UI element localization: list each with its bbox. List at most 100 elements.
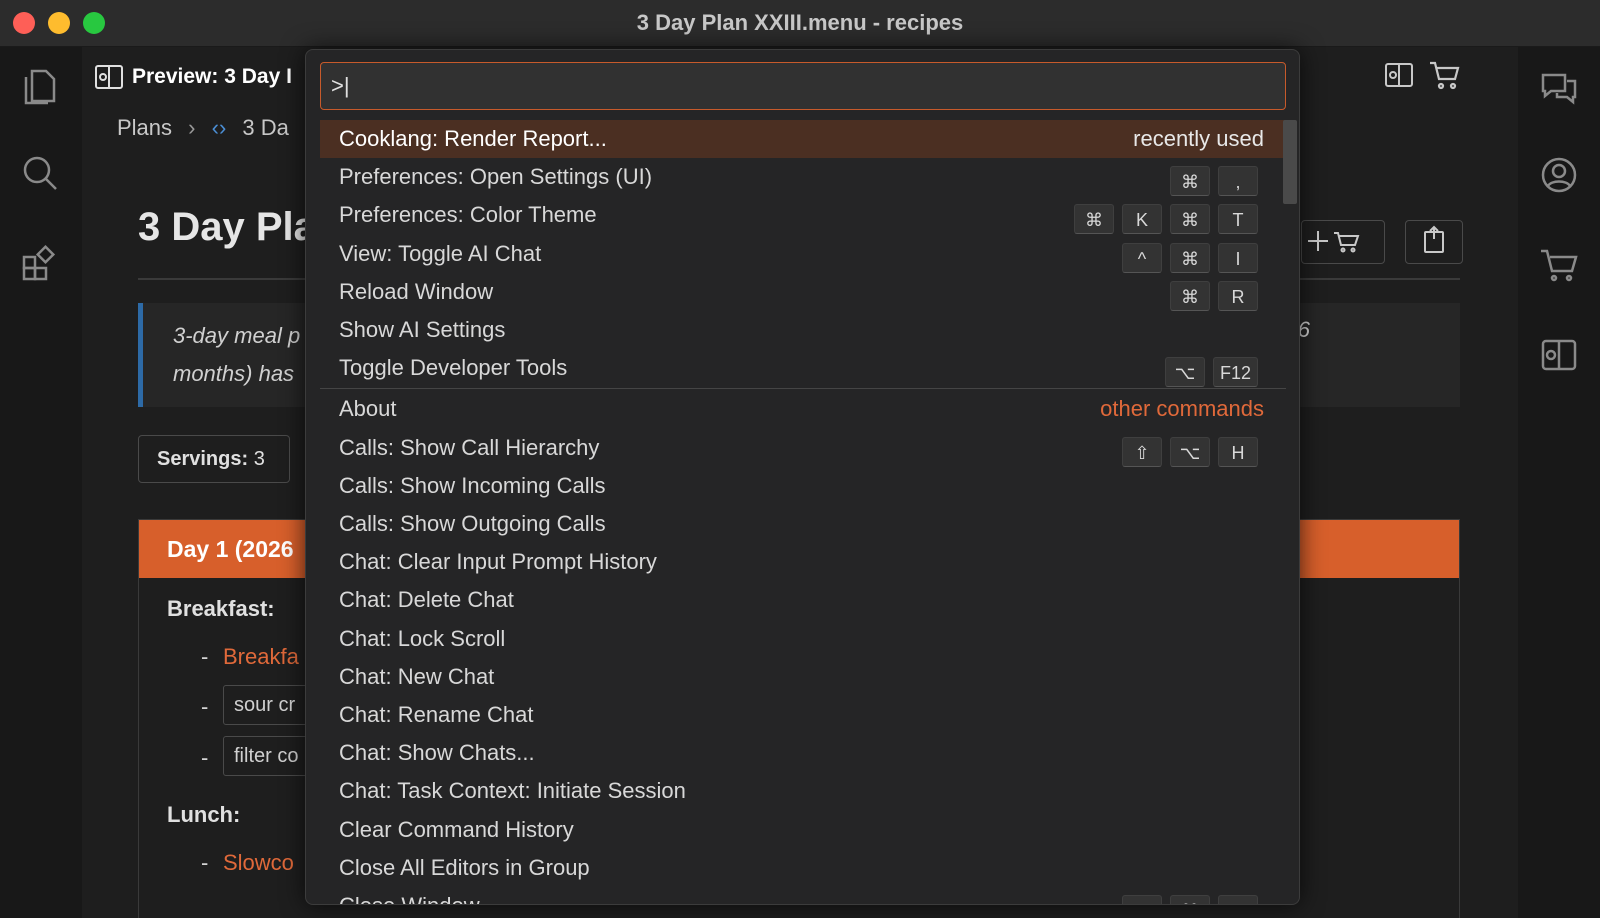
- servings-badge: Servings: 3: [138, 435, 290, 483]
- command-item[interactable]: Toggle Developer Tools ⌥ F12: [320, 349, 1286, 388]
- command-group-hint: recently used: [1133, 126, 1264, 151]
- note-line-2: months) has: [173, 361, 295, 386]
- open-preview-side-icon[interactable]: [1384, 61, 1414, 94]
- files-icon[interactable]: [18, 65, 62, 109]
- command-label: Calls: Show Call Hierarchy: [339, 434, 600, 460]
- keybinding: ⌘,: [1162, 162, 1258, 197]
- command-label: Clear Command History: [339, 816, 574, 842]
- command-palette: Cooklang: Render Report... recently used P…: [305, 49, 1300, 905]
- command-label: Calls: Show Outgoing Calls: [339, 511, 606, 536]
- command-item[interactable]: Calls: Show Incoming Calls: [320, 467, 1286, 505]
- keycap: ⌘: [1170, 204, 1210, 235]
- command-item[interactable]: Preferences: Open Settings (UI) ⌘,: [320, 158, 1286, 197]
- servings-value: 3: [253, 448, 265, 470]
- export-button[interactable]: [1405, 220, 1463, 264]
- command-label: Show AI Settings: [339, 317, 506, 342]
- command-label: Chat: Lock Scroll: [339, 625, 506, 651]
- chat-icon[interactable]: [1537, 67, 1581, 111]
- command-group-hint: other commands: [1100, 396, 1264, 422]
- keybinding: ⌥ F12: [1157, 353, 1258, 388]
- keycap: ⌥: [1170, 436, 1210, 467]
- extensions-icon[interactable]: [18, 241, 62, 285]
- secondary-sidebar: [1518, 47, 1600, 918]
- keycap: K: [1122, 204, 1162, 235]
- keycap: T: [1218, 204, 1258, 235]
- command-label: Chat: New Chat: [339, 663, 495, 689]
- command-item[interactable]: About other commands: [320, 390, 1286, 428]
- preview-icon: [95, 65, 123, 90]
- command-label: Toggle Developer Tools: [339, 355, 568, 381]
- command-item[interactable]: Chat: Delete Chat: [320, 581, 1286, 619]
- command-item[interactable]: Calls: Show Outgoing Calls: [320, 505, 1286, 543]
- command-item[interactable]: Cooklang: Render Report... recently used: [320, 120, 1286, 158]
- command-label: Close Window: [339, 893, 480, 904]
- preview-icon[interactable]: [1537, 333, 1581, 377]
- command-item[interactable]: Chat: Lock Scroll: [320, 620, 1286, 658]
- keycap: R: [1218, 280, 1258, 311]
- breadcrumb: Plans › ‹› 3 Da: [117, 108, 289, 148]
- keycap: I: [1218, 242, 1258, 273]
- keybinding: ⌘ K ⌘ T: [1066, 200, 1258, 235]
- keybinding: ⇧ ⌥ H: [1114, 433, 1258, 467]
- command-label: Chat: Show Chats...: [339, 740, 535, 766]
- keycap: ⌘: [1074, 204, 1114, 235]
- export-icon: [1424, 225, 1444, 253]
- command-label: Cooklang: Render Report...: [339, 126, 607, 151]
- command-label: Calls: Show Incoming Calls: [339, 472, 606, 498]
- command-label: Chat: Delete Chat: [339, 587, 514, 613]
- breakfast-recipe-link[interactable]: Breakfa: [223, 644, 299, 670]
- title-bar: 3 Day Plan XXIII.menu - recipes: [0, 0, 1600, 47]
- keycap: ⌘: [1170, 242, 1210, 273]
- command-item[interactable]: Preferences: Color Theme ⌘ K ⌘ T: [320, 196, 1286, 235]
- command-label: Chat: Rename Chat: [339, 702, 534, 727]
- command-label: About: [339, 396, 397, 422]
- keybinding: ^ ⌘ I: [1114, 239, 1258, 273]
- breadcrumb-item-file[interactable]: 3 Da: [242, 115, 288, 140]
- command-item[interactable]: Reload Window ⌘ R: [320, 273, 1286, 311]
- lunch-recipe-link[interactable]: Slowco: [223, 850, 294, 876]
- command-item[interactable]: Show AI Settings: [320, 311, 1286, 349]
- command-label: Close All Editors in Group: [339, 854, 590, 880]
- command-item[interactable]: Chat: Show Chats...: [320, 734, 1286, 772]
- tab-preview[interactable]: Preview: 3 Day I: [94, 47, 292, 107]
- cart-icon[interactable]: [1537, 243, 1581, 287]
- command-label: Chat: Task Context: Initiate Session: [339, 778, 686, 804]
- command-input[interactable]: [320, 62, 1286, 110]
- command-item[interactable]: Clear Command History: [320, 811, 1286, 849]
- keycap: ^: [1122, 895, 1162, 904]
- keycap: ⌥: [1164, 357, 1205, 388]
- breadcrumb-item-plans[interactable]: Plans: [117, 115, 172, 140]
- command-item[interactable]: Calls: Show Call Hierarchy ⇧ ⌥ H: [320, 429, 1286, 467]
- command-label: Reload Window: [339, 278, 494, 304]
- command-item[interactable]: Close All Editors in Group: [320, 849, 1286, 887]
- command-label: Preferences: Color Theme: [339, 202, 597, 228]
- search-icon[interactable]: [18, 151, 62, 195]
- window-title: 3 Day Plan XXIII.menu - recipes: [636, 10, 964, 35]
- command-item[interactable]: Chat: New Chat: [320, 658, 1286, 696]
- servings-label: Servings:: [157, 448, 249, 470]
- command-item[interactable]: View: Toggle AI Chat ^ ⌘ I: [320, 235, 1286, 273]
- command-item[interactable]: Chat: Task Context: Initiate Session: [320, 772, 1286, 810]
- keybinding: ⌘ R: [1162, 277, 1258, 311]
- keycap: ^: [1122, 242, 1162, 273]
- command-label: Chat: Clear Input Prompt History: [339, 549, 657, 575]
- keycap: ⌘: [1170, 166, 1210, 197]
- command-item[interactable]: Close Window ^ ⌘ W: [320, 887, 1286, 904]
- shopping-cart-icon[interactable]: [1428, 59, 1462, 96]
- lunch-label: Lunch:: [167, 802, 241, 827]
- code-icon: ‹›: [211, 115, 227, 140]
- add-to-cart-button[interactable]: [1301, 220, 1385, 264]
- page-title: 3 Day Pla: [138, 205, 316, 249]
- breakfast-label: Breakfast:: [167, 596, 275, 621]
- chevron-right-icon: ›: [188, 115, 196, 140]
- command-item[interactable]: Chat: Rename Chat: [320, 696, 1286, 734]
- activity-bar: [0, 47, 82, 918]
- command-label: Preferences: Open Settings (UI): [339, 164, 653, 190]
- keycap: H: [1218, 436, 1258, 467]
- account-icon[interactable]: [1537, 153, 1581, 197]
- group-separator: [320, 388, 1286, 390]
- scrollbar-thumb[interactable]: [1283, 120, 1297, 204]
- add-cart-icon: [1308, 231, 1360, 253]
- command-item[interactable]: Chat: Clear Input Prompt History: [320, 543, 1286, 581]
- keycap: ⌘: [1170, 895, 1210, 904]
